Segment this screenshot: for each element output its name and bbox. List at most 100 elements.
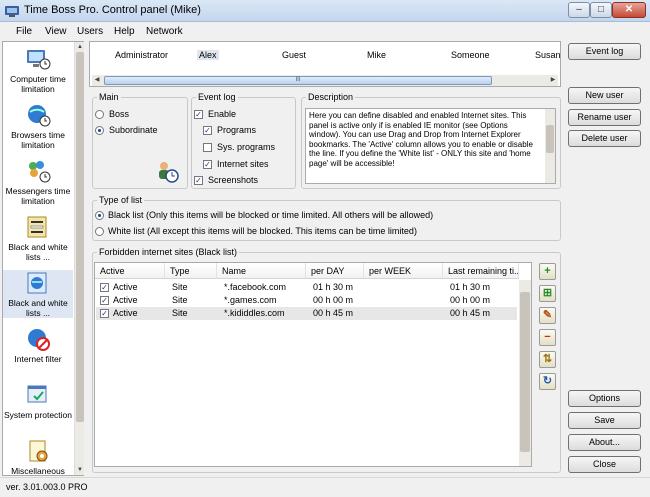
programs-label: Programs bbox=[217, 125, 257, 135]
scroll-right-icon[interactable]: ▶ bbox=[548, 75, 558, 86]
user-guest[interactable]: Guest bbox=[282, 50, 306, 60]
black-list-radio[interactable] bbox=[95, 211, 104, 220]
menu-view[interactable]: View bbox=[45, 26, 67, 37]
description-text: Here you can define disabled and enabled… bbox=[309, 111, 533, 168]
white-list-radio[interactable] bbox=[95, 227, 104, 236]
sys-programs-checkbox[interactable] bbox=[203, 143, 212, 152]
description-scroll-thumb[interactable] bbox=[546, 125, 554, 153]
sidebar-scrollbar[interactable]: ▲ ▼ bbox=[74, 42, 84, 475]
users-scroll-thumb[interactable]: III bbox=[104, 76, 492, 85]
screenshots-checkbox[interactable]: ✓ bbox=[194, 176, 203, 185]
sidebar-item-label: Messengers time limitation bbox=[5, 186, 71, 206]
sidebar-item-label: Miscellaneous bbox=[11, 466, 65, 476]
table-scroll-thumb[interactable] bbox=[520, 292, 530, 452]
table-row[interactable]: ✓ Active Site *.kididdles.com 00 h 45 m … bbox=[96, 307, 517, 320]
scroll-up-icon[interactable]: ▲ bbox=[75, 42, 85, 52]
new-user-button[interactable]: New user bbox=[568, 87, 641, 104]
users-scrollbar[interactable]: ◀ III ▶ bbox=[92, 75, 558, 86]
menu-network[interactable]: Network bbox=[146, 26, 183, 37]
sidebar-item-label: Computer time limitation bbox=[10, 74, 66, 94]
sidebar-item-system-protection[interactable]: System protection bbox=[3, 382, 73, 420]
options-button[interactable]: Options bbox=[568, 390, 641, 407]
programs-checkbox[interactable]: ✓ bbox=[203, 126, 212, 135]
row-type: Site bbox=[172, 295, 188, 305]
main-group-title: Main bbox=[99, 92, 119, 102]
add-icon[interactable]: + bbox=[539, 263, 556, 280]
black-list-label: Black list (Only this items will be bloc… bbox=[108, 210, 434, 220]
menu-help[interactable]: Help bbox=[114, 26, 135, 37]
row-type: Site bbox=[172, 308, 188, 318]
table-row[interactable]: ✓ Active Site *.games.com 00 h 00 m 00 h… bbox=[96, 294, 517, 307]
save-button[interactable]: Save bbox=[568, 412, 641, 429]
messenger-time-icon bbox=[29, 161, 51, 183]
edit-icon[interactable]: ✎ bbox=[539, 307, 556, 324]
about-button[interactable]: About... bbox=[568, 434, 641, 451]
column-type[interactable]: Type bbox=[165, 263, 217, 279]
sidebar: Computer time limitation Browsers time l… bbox=[2, 41, 84, 476]
row-active-checkbox[interactable]: ✓ bbox=[100, 309, 109, 318]
menu-users[interactable]: Users bbox=[77, 26, 103, 37]
sidebar-item-label: Browsers time limitation bbox=[11, 130, 65, 150]
users-list: Administrator Alex Guest Mike Someone Su… bbox=[89, 41, 561, 87]
browser-time-icon bbox=[28, 105, 51, 127]
user-mike[interactable]: Mike bbox=[367, 50, 386, 60]
sidebar-item-label: Black and white lists ... bbox=[8, 242, 68, 262]
row-per-day: 00 h 45 m bbox=[313, 308, 354, 318]
column-per-day[interactable]: per DAY bbox=[306, 263, 364, 279]
sidebar-item-computer-time[interactable]: Computer time limitation bbox=[3, 46, 73, 94]
delete-user-button[interactable]: Delete user bbox=[568, 130, 641, 147]
table-scrollbar[interactable] bbox=[519, 280, 531, 466]
sidebar-item-browsers-time[interactable]: Browsers time limitation bbox=[3, 102, 73, 150]
sidebar-scroll-thumb[interactable] bbox=[76, 52, 84, 422]
scroll-down-icon[interactable]: ▼ bbox=[75, 465, 85, 475]
user-administrator[interactable]: Administrator bbox=[115, 50, 168, 60]
boss-label: Boss bbox=[109, 109, 130, 119]
row-last-remaining: 00 h 45 m bbox=[450, 308, 491, 318]
sidebar-item-lists-programs[interactable]: Black and white lists ... bbox=[3, 214, 73, 262]
row-active: Active bbox=[113, 282, 138, 292]
sidebar-item-miscellaneous[interactable]: Miscellaneous bbox=[3, 438, 73, 476]
table-row[interactable]: ✓ Active Site *.facebook.com 01 h 30 m 0… bbox=[96, 281, 517, 294]
sidebar-item-messengers-time[interactable]: Messengers time limitation bbox=[3, 158, 73, 206]
row-name: *.kididdles.com bbox=[224, 308, 285, 318]
row-active: Active bbox=[113, 308, 138, 318]
description-scrollbar[interactable] bbox=[545, 109, 555, 183]
row-active-checkbox[interactable]: ✓ bbox=[100, 296, 109, 305]
user-alex[interactable]: Alex bbox=[197, 50, 219, 60]
column-name[interactable]: Name bbox=[217, 263, 306, 279]
add-group-icon[interactable]: ⊞ bbox=[539, 285, 556, 302]
miscellaneous-icon bbox=[29, 440, 48, 462]
refresh-icon[interactable]: ↻ bbox=[539, 373, 556, 390]
user-clock-icon bbox=[159, 162, 179, 183]
event-log-button[interactable]: Event log bbox=[568, 43, 641, 60]
user-susan[interactable]: Susan bbox=[535, 50, 561, 60]
scroll-left-icon[interactable]: ◀ bbox=[92, 75, 102, 86]
column-last-remaining[interactable]: Last remaining ti... bbox=[443, 263, 519, 279]
column-active[interactable]: Active bbox=[95, 263, 165, 279]
subordinate-radio[interactable] bbox=[95, 126, 104, 135]
event-log-group-title: Event log bbox=[198, 92, 236, 102]
user-someone[interactable]: Someone bbox=[451, 50, 490, 60]
move-icon[interactable]: ⇅ bbox=[539, 351, 556, 368]
sidebar-item-internet-filter[interactable]: Internet filter bbox=[3, 326, 73, 364]
rename-user-button[interactable]: Rename user bbox=[568, 109, 641, 126]
lists-internet-icon bbox=[27, 272, 47, 294]
close-button[interactable]: Close bbox=[568, 456, 641, 473]
app-icon bbox=[5, 6, 19, 17]
sidebar-item-label: Internet filter bbox=[14, 354, 62, 364]
row-name: *.facebook.com bbox=[224, 282, 287, 292]
menu-file[interactable]: File bbox=[16, 26, 32, 37]
system-protection-icon bbox=[27, 385, 47, 403]
remove-icon[interactable]: − bbox=[539, 329, 556, 346]
enable-checkbox[interactable]: ✓ bbox=[194, 110, 203, 119]
column-per-week[interactable]: per WEEK bbox=[364, 263, 443, 279]
internet-sites-checkbox[interactable]: ✓ bbox=[203, 160, 212, 169]
close-window-button[interactable]: ✕ bbox=[612, 2, 646, 18]
minimize-button[interactable]: – bbox=[568, 2, 590, 18]
row-active-checkbox[interactable]: ✓ bbox=[100, 283, 109, 292]
sidebar-item-lists-internet[interactable]: Black and white lists ... bbox=[3, 270, 73, 318]
boss-radio[interactable] bbox=[95, 110, 104, 119]
computer-time-icon bbox=[27, 50, 51, 70]
forbidden-sites-title: Forbidden internet sites (Black list) bbox=[99, 247, 238, 257]
maximize-button[interactable]: □ bbox=[590, 2, 612, 18]
